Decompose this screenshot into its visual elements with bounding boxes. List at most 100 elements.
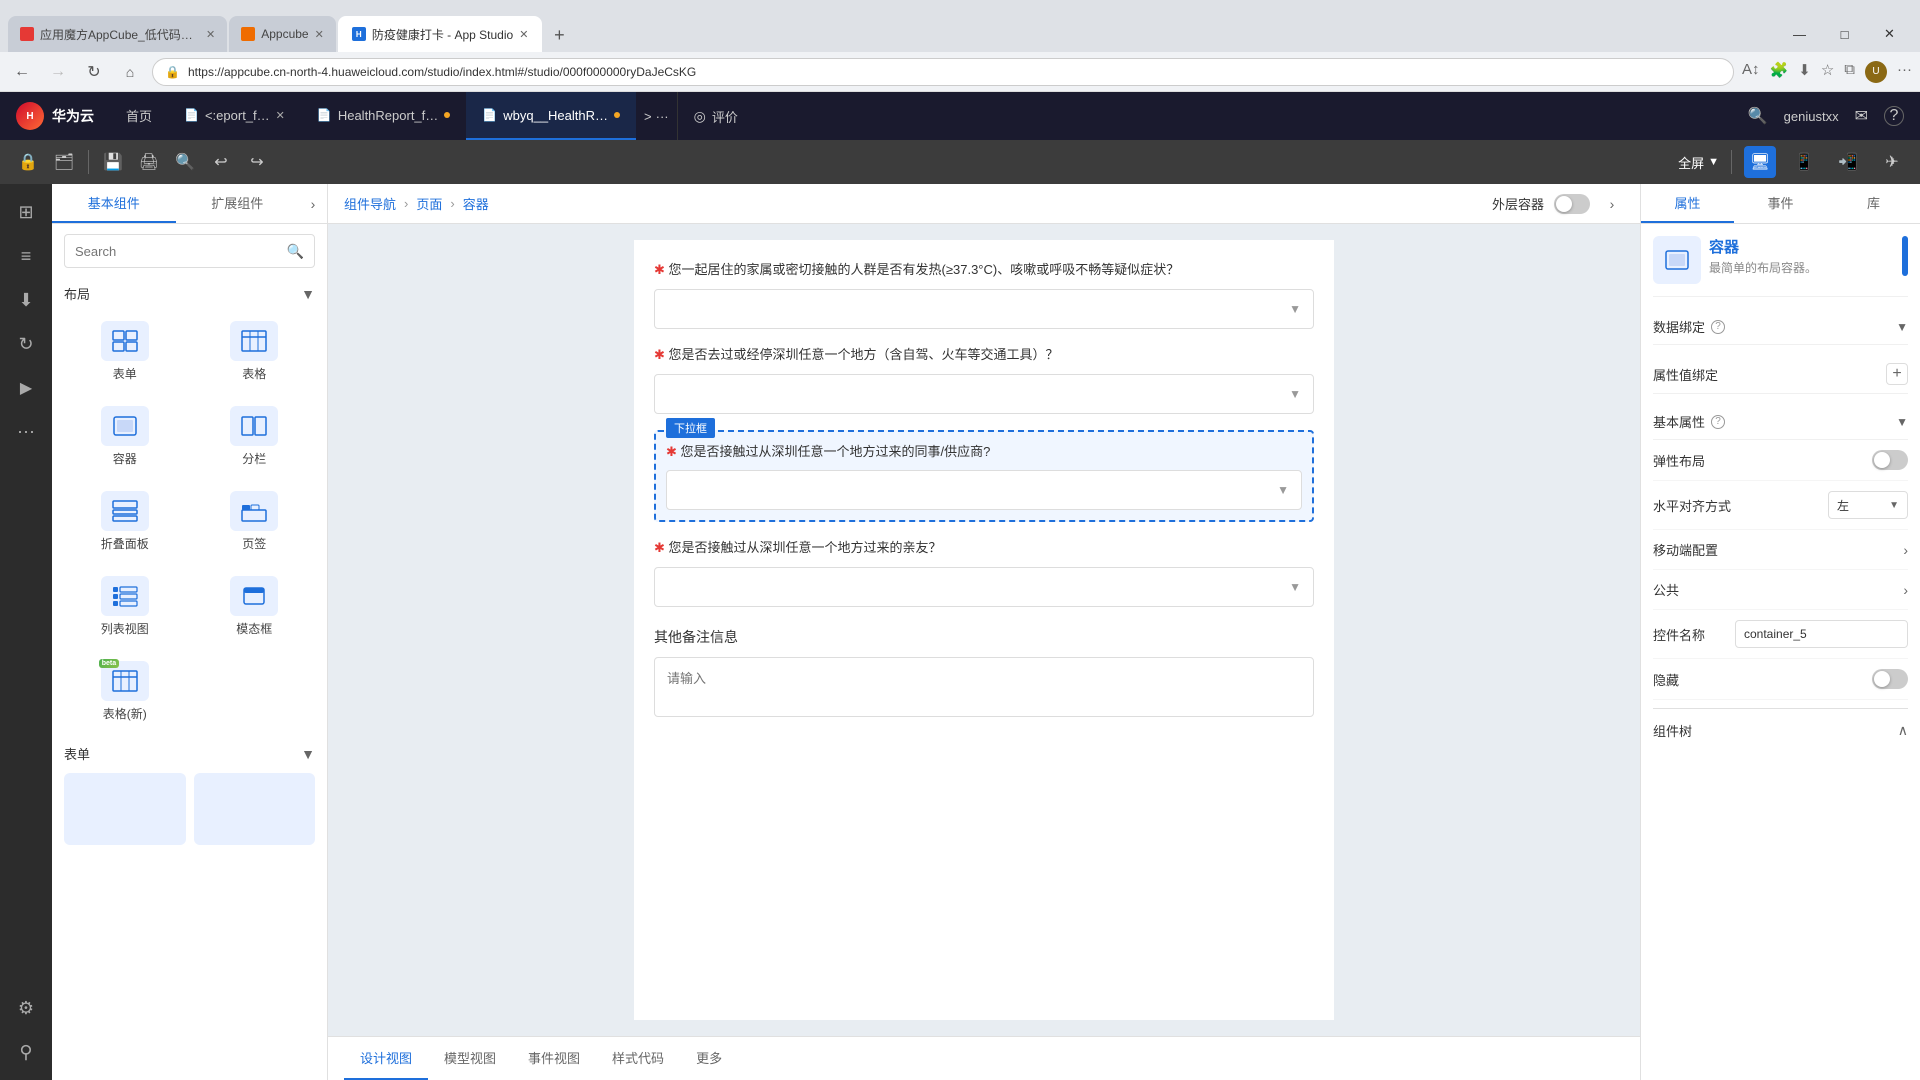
toolbar-btn-search[interactable]: 🔍 [169,146,201,178]
comp-item-listview[interactable]: 列表视图 [64,568,186,645]
tab1-close[interactable]: ✕ [206,28,215,41]
header-tab-eval[interactable]: ◎ 评价 [677,92,754,140]
right-tab-props[interactable]: 属性 [1641,184,1734,223]
q2-select[interactable]: ▼ [654,374,1314,414]
comp-item-placeholder2[interactable] [194,773,316,845]
breadcrumb-item-page[interactable]: 页面 [416,194,442,213]
right-tab-events[interactable]: 事件 [1734,184,1827,223]
tab3-close[interactable]: ✕ [519,28,528,41]
header-tab-home[interactable]: 首页 [110,92,168,140]
header-tab-health[interactable]: 📄 HealthReport_f… [301,92,466,140]
nav-back[interactable]: ← [8,58,36,86]
basic-help[interactable]: ? [1711,415,1725,429]
layout-section-header[interactable]: 布局 ▼ [52,278,327,309]
toolbar-btn-print[interactable]: 🖨 [133,146,165,178]
q4-select[interactable]: ▼ [654,567,1314,607]
sidebar-icon-data[interactable]: ↻ [6,324,46,364]
device-mobile[interactable]: 📲 [1832,146,1864,178]
form-section-arrow[interactable]: ▼ [301,746,315,762]
comp-item-placeholder1[interactable] [64,773,186,845]
basic-header[interactable]: 基本属性 ? ▼ [1653,404,1908,440]
header-help-icon[interactable]: ? [1884,106,1904,126]
nav-home[interactable]: ⌂ [116,58,144,86]
attrval-add[interactable]: + [1886,363,1908,385]
nav-forward[interactable]: → [44,58,72,86]
q3-select[interactable]: ▼ [666,470,1302,510]
hide-toggle[interactable] [1872,669,1908,689]
download-icon[interactable]: ⬇ [1798,61,1811,83]
sidebar-icon-layers[interactable]: ≡ [6,236,46,276]
sidebar-icon-assets[interactable]: ⬇ [6,280,46,320]
header-mail-icon[interactable]: ✉ [1855,106,1868,126]
header-tab-wbyq[interactable]: 📄 wbyq__HealthR… [466,92,636,140]
other-textarea[interactable] [654,657,1314,717]
layout-collapse-arrow[interactable]: ▼ [301,286,315,302]
browser-tab-2[interactable]: Appcube ✕ [229,16,336,52]
fullscreen-button[interactable]: 全屏 ▼ [1678,153,1719,172]
databind-header[interactable]: 数据绑定 ? ▼ [1653,309,1908,345]
window-minimize[interactable]: — [1777,18,1822,50]
toolbar-btn-save[interactable]: 💾 [97,146,129,178]
browser-tab-3[interactable]: H 防疫健康打卡 - App Studio ✕ [338,16,543,52]
form-section-header[interactable]: 表单 ▼ [52,738,327,769]
header-tab-report[interactable]: 📄 <:eport_f… ✕ [168,92,301,140]
address-box[interactable]: 🔒 https://appcube.cn-north-4.huaweicloud… [152,58,1734,86]
comp-item-form[interactable]: 表单 [64,313,186,390]
tab-report-close[interactable]: ✕ [276,109,285,122]
toolbar-btn-redo[interactable]: ↪ [241,146,273,178]
comp-tab-basic[interactable]: 基本组件 [52,184,176,223]
comp-item-tabs[interactable]: 页签 [194,483,316,560]
toolbar-btn-lock[interactable]: 🔒 [12,146,44,178]
q1-select[interactable]: ▼ [654,289,1314,329]
search-box[interactable]: 🔍 [64,234,315,268]
bottom-tab-more[interactable]: 更多 [680,1037,738,1080]
bottom-tab-event[interactable]: 事件视图 [512,1037,596,1080]
mobile-expand[interactable]: › [1903,542,1908,558]
search-input[interactable] [75,244,279,259]
comp-tree-arrow[interactable]: ∧ [1898,722,1908,739]
public-expand[interactable]: › [1903,582,1908,598]
ctrl-name-input[interactable] [1735,620,1908,648]
comp-tab-arrow[interactable]: › [299,184,327,223]
user-avatar[interactable]: U [1865,61,1887,83]
breadcrumb-item-nav[interactable]: 组件导航 [344,194,396,213]
sidebar-icon-components[interactable]: ⊞ [6,192,46,232]
right-tab-lib[interactable]: 库 [1827,184,1920,223]
sidebar-icon-more[interactable]: ⋯ [6,412,46,452]
comp-item-columns[interactable]: 分栏 [194,398,316,475]
bottom-tab-design[interactable]: 设计视图 [344,1037,428,1080]
comp-tree-header[interactable]: 组件树 ∧ [1653,713,1908,748]
comp-item-table[interactable]: 表格 [194,313,316,390]
sidebar-icon-run[interactable]: ▶ [6,368,46,408]
browser-tab-1[interactable]: 应用魔方AppCube_低代码开发平… ✕ [8,16,227,52]
comp-item-collapse[interactable]: 折叠面板 [64,483,186,560]
device-tablet[interactable]: 📱 [1788,146,1820,178]
flex-toggle[interactable] [1872,450,1908,470]
comp-tab-extend[interactable]: 扩展组件 [176,184,300,223]
comp-item-container[interactable]: 容器 [64,398,186,475]
align-select[interactable]: 左 ▼ [1828,491,1908,519]
comp-item-table-new[interactable]: beta 表格(新) [64,653,186,730]
bottom-tab-model[interactable]: 模型视图 [428,1037,512,1080]
header-tab-expand[interactable]: > ··· [636,92,677,140]
window-maximize[interactable]: □ [1822,18,1867,50]
window-close[interactable]: ✕ [1867,18,1912,50]
breadcrumb-expand-right[interactable]: › [1600,192,1624,216]
sidebar-icon-search[interactable]: ⚲ [6,1032,46,1072]
toolbar-btn-folder[interactable]: 🗂 [48,146,80,178]
comp-item-modal[interactable]: 模态框 [194,568,316,645]
favorites-icon[interactable]: ☆ [1821,61,1834,83]
nav-refresh[interactable]: ↻ [80,58,108,86]
attrval-header[interactable]: 属性值绑定 + [1653,355,1908,394]
bottom-tab-code[interactable]: 样式代码 [596,1037,680,1080]
device-paper[interactable]: ✈ [1876,146,1908,178]
device-desktop[interactable]: 🖥 [1744,146,1776,178]
databind-help[interactable]: ? [1711,320,1725,334]
header-search-icon[interactable]: 🔍 [1748,106,1768,126]
more-menu[interactable]: ··· [1897,61,1912,83]
extensions-icon[interactable]: 🧩 [1770,61,1789,83]
tab2-close[interactable]: ✕ [315,28,324,41]
translate-icon[interactable]: A↕ [1742,61,1760,83]
outer-container-toggle[interactable] [1554,194,1590,214]
sidebar-icon-settings[interactable]: ⚙ [6,988,46,1028]
